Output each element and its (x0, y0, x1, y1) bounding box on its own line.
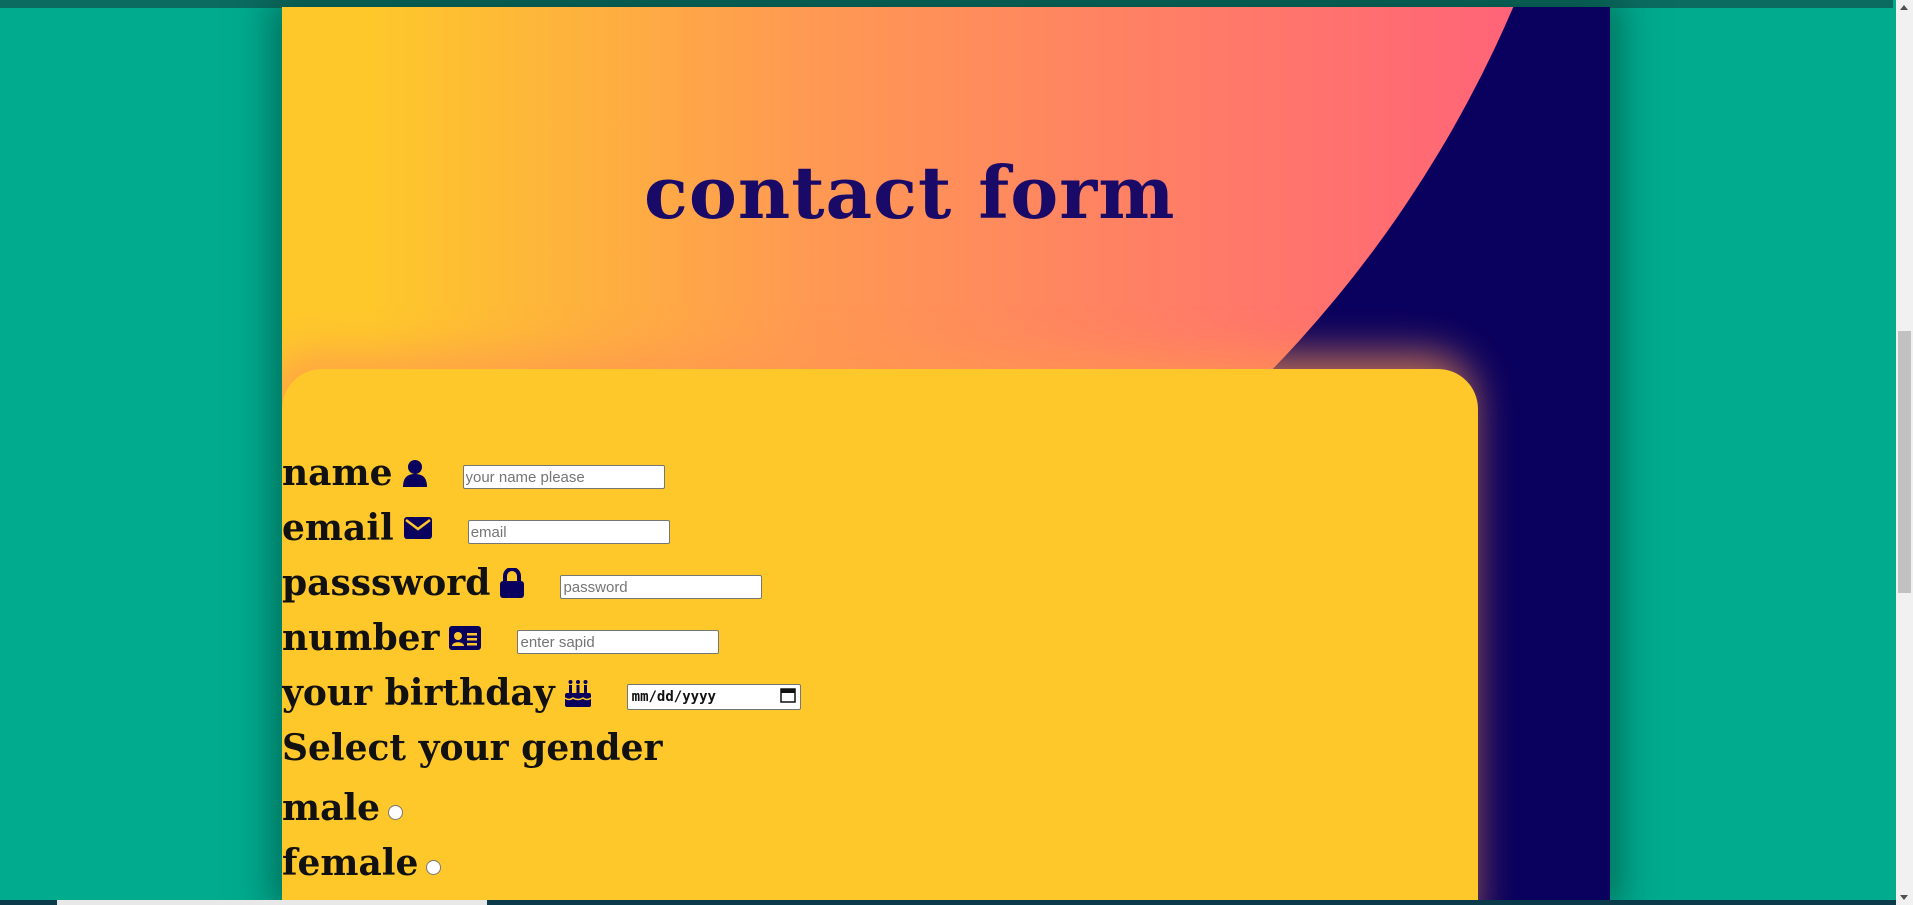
email-input[interactable] (467, 520, 670, 544)
scroll-thumb[interactable] (1898, 331, 1911, 593)
male-label: male (282, 787, 380, 829)
birthday-cake-icon (564, 679, 591, 707)
number-label: number (282, 617, 440, 659)
date-value: mm/dd/yyyy (631, 689, 716, 705)
contact-card: contact form name email passsword number (282, 7, 1610, 900)
female-label: female (282, 842, 419, 884)
bottom-bar-highlight (57, 900, 487, 905)
male-radio[interactable] (388, 804, 403, 820)
gender-option-female: female (282, 838, 442, 888)
name-row: name (282, 448, 665, 498)
number-input[interactable] (517, 630, 720, 654)
birthday-label: your birthday (282, 672, 555, 714)
number-row: number (282, 613, 720, 663)
birthday-date-input[interactable]: mm/dd/yyyy (626, 684, 801, 710)
envelope-icon (403, 517, 432, 539)
scroll-down-icon[interactable] (1900, 895, 1908, 900)
page-title: contact form (644, 150, 1176, 235)
female-radio[interactable] (426, 859, 442, 875)
gender-option-male: male (282, 783, 403, 833)
email-label: email (282, 507, 394, 549)
password-input[interactable] (560, 575, 763, 599)
vertical-scrollbar[interactable] (1896, 0, 1913, 905)
name-input[interactable] (462, 465, 665, 489)
calendar-icon[interactable] (779, 687, 796, 707)
lock-icon (500, 568, 525, 598)
gender-label: Select your gender (282, 727, 663, 769)
email-row: email (282, 503, 670, 553)
id-card-icon (449, 626, 482, 650)
birthday-row: your birthday mm/dd/yyyy (282, 668, 801, 718)
user-icon (402, 459, 427, 487)
scroll-up-icon[interactable] (1900, 5, 1908, 10)
password-row: passsword (282, 558, 763, 608)
name-label: name (282, 452, 393, 494)
password-label: passsword (282, 562, 491, 604)
